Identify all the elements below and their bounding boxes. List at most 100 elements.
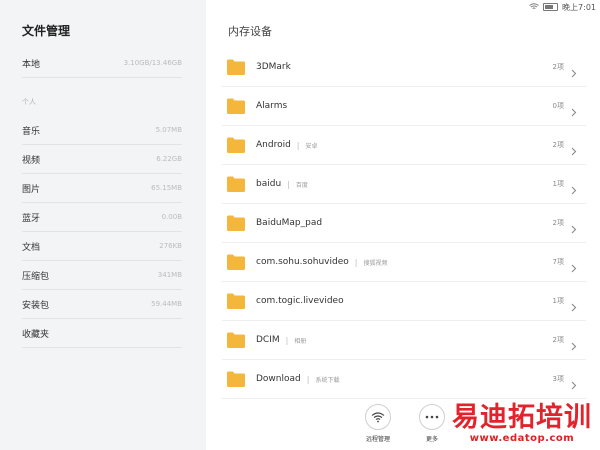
folder-icon (227, 254, 245, 270)
chevron-right-icon (569, 102, 578, 116)
sidebar-item-label: 文档 (22, 242, 41, 253)
folder-row[interactable]: DCIM | 相册 2项 (222, 321, 586, 360)
sidebar-item[interactable]: 安装包 59.44MB (22, 290, 182, 319)
folder-icon (227, 293, 245, 309)
sidebar-item-label: 音乐 (22, 126, 41, 137)
sidebar-item-value: 0.00B (161, 213, 182, 221)
folder-list: 3DMark 2项 Alarms 0项 Android | 安卓 2项 baidu | 百度 1项 Ba… (222, 48, 586, 399)
sidebar-item-label: 压缩包 (22, 271, 50, 282)
more-icon (419, 404, 445, 430)
folder-icon (227, 215, 245, 231)
sidebar-title: 文件管理 (22, 24, 71, 38)
sidebar-item[interactable]: 文档 276KB (22, 232, 182, 261)
folder-item-count: 7项 (552, 258, 564, 266)
folder-icon (227, 176, 245, 192)
sidebar-item-value: 5.07MB (155, 126, 182, 134)
chevron-right-icon (569, 336, 578, 350)
sidebar-item-label: 本地 (22, 59, 41, 70)
folder-row[interactable]: Alarms 0项 (222, 87, 586, 126)
folder-name: 3DMark (256, 62, 291, 72)
chevron-right-icon (569, 219, 578, 233)
folder-name: BaiduMap_pad (256, 218, 323, 228)
folder-alias-separator: | (287, 179, 290, 189)
chevron-right-icon (569, 297, 578, 311)
folder-alias: 百度 (295, 181, 308, 189)
folder-alias-separator: | (306, 374, 310, 384)
folder-name: Android (256, 140, 291, 150)
folder-icon (227, 98, 245, 114)
sidebar-section-personal: 个人 (22, 98, 36, 106)
folder-row[interactable]: com.togic.livevideo 1项 (222, 282, 586, 321)
sidebar-item-label: 收藏夹 (22, 329, 50, 340)
folder-row[interactable]: 3DMark 2项 (222, 48, 586, 87)
folder-alias: 安卓 (305, 142, 318, 150)
status-time: 晚上7:01 (562, 2, 596, 12)
more-button[interactable]: 更多 (412, 404, 452, 443)
sidebar-item-value: 65.15MB (151, 184, 182, 192)
sidebar-item[interactable]: 蓝牙 0.00B (22, 203, 182, 232)
sidebar-item-value: 341MB (157, 271, 182, 279)
battery-icon (543, 3, 559, 11)
folder-name: Alarms (256, 101, 288, 111)
folder-item-count: 0项 (552, 102, 564, 110)
folder-item-count: 2项 (552, 219, 564, 227)
folder-name: com.sohu.sohuvideo (256, 257, 349, 267)
remote-manage-button[interactable]: 远程管理 (358, 404, 398, 443)
sidebar: 文件管理 本地 3.10GB/13.46GB 个人 音乐 5.07MB 视频 6.22… (0, 0, 206, 450)
folder-item-count: 2项 (552, 63, 564, 71)
folder-row[interactable]: Download | 系统下载 3项 (222, 360, 586, 399)
folder-icon (227, 59, 245, 75)
folder-icon (227, 137, 245, 153)
wifi-icon (529, 2, 539, 12)
chevron-right-icon (569, 258, 578, 272)
folder-row[interactable]: baidu | 百度 1项 (222, 165, 586, 204)
folder-alias: 系统下载 (315, 376, 340, 384)
sidebar-item[interactable]: 压缩包 341MB (22, 261, 182, 290)
sidebar-item[interactable]: 收藏夹 (22, 319, 182, 348)
sidebar-item-label: 视频 (22, 155, 41, 166)
folder-name: DCIM (256, 335, 280, 345)
watermark-text: 易迪拓培训 (452, 402, 592, 433)
sidebar-item-label: 蓝牙 (22, 213, 41, 224)
folder-alias: 搜狐视频 (363, 259, 388, 267)
chevron-right-icon (569, 375, 578, 389)
folder-item-count: 2项 (552, 141, 564, 149)
sidebar-item-value: 276KB (159, 242, 182, 250)
folder-alias: 相册 (294, 337, 307, 345)
folder-row[interactable]: com.sohu.sohuvideo | 搜狐视频 7项 (222, 243, 586, 282)
folder-icon (227, 332, 245, 348)
folder-name: com.togic.livevideo (256, 296, 344, 306)
chevron-right-icon (569, 63, 578, 77)
status-bar: 晚上7:01 (206, 0, 600, 14)
sidebar-item-value: 59.44MB (151, 300, 182, 308)
folder-item-count: 3项 (552, 375, 564, 383)
watermark: 易迪拓培训 www.edatop.com (452, 402, 592, 445)
sidebar-item[interactable]: 音乐 5.07MB (22, 116, 182, 145)
wifi-icon (365, 404, 391, 430)
bottom-toolbar: 远程管理 更多 (358, 404, 452, 443)
folder-item-count: 1项 (552, 297, 564, 305)
remote-manage-label: 远程管理 (365, 436, 390, 443)
folder-name: baidu (256, 179, 282, 189)
folder-alias-separator: | (285, 335, 289, 345)
chevron-right-icon (569, 141, 578, 155)
folder-item-count: 2项 (552, 336, 564, 344)
sidebar-item-label: 图片 (22, 184, 41, 195)
folder-row[interactable]: BaiduMap_pad 2项 (222, 204, 586, 243)
watermark-url: www.edatop.com (469, 433, 575, 444)
folder-icon (227, 371, 245, 387)
sidebar-item[interactable]: 视频 6.22GB (22, 145, 182, 174)
more-label: 更多 (425, 436, 438, 443)
folder-name: Download (256, 374, 301, 384)
sidebar-item-value: 6.22GB (156, 155, 182, 163)
chevron-right-icon (569, 180, 578, 194)
folder-item-count: 1项 (552, 180, 564, 188)
sidebar-item[interactable]: 图片 65.15MB (22, 174, 182, 203)
page-title: 内存设备 (228, 25, 272, 38)
folder-alias-separator: | (296, 140, 300, 150)
sidebar-item-label: 安装包 (22, 300, 50, 311)
folder-alias-separator: | (354, 257, 358, 267)
sidebar-item-value: 3.10GB/13.46GB (123, 59, 182, 67)
sidebar-item-local[interactable]: 本地 3.10GB/13.46GB (22, 49, 182, 78)
folder-row[interactable]: Android | 安卓 2项 (222, 126, 586, 165)
